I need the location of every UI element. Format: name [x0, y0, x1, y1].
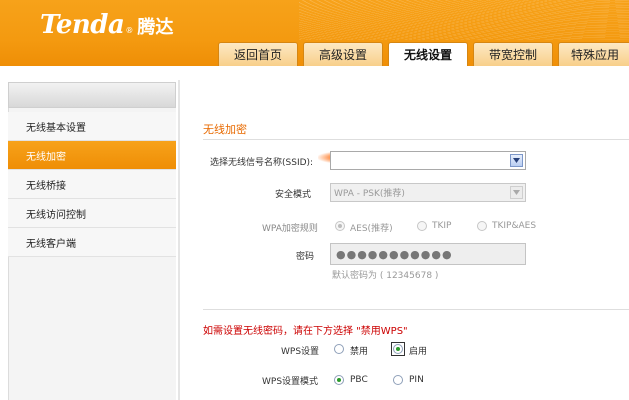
sidebar-header [8, 82, 176, 108]
sidebar-item-wireless-bridge[interactable]: 无线桥接 [8, 170, 176, 199]
wpa-aes-label: AES(推荐) [350, 224, 393, 234]
tab-wireless-settings[interactable]: 无线设置 [388, 42, 468, 66]
wps-notice: 如需设置无线密码，请在下方选择 "禁用WPS" [203, 326, 408, 337]
wps-pin-radio[interactable] [393, 375, 403, 385]
content-divider [178, 80, 180, 400]
password-hint: 默认密码为 ( 12345678 ) [332, 271, 439, 281]
sidebar-item-wireless-clients[interactable]: 无线客户端 [8, 228, 176, 257]
section-title: 无线加密 [203, 123, 247, 136]
sidebar-item-wireless-security[interactable]: 无线加密 [8, 141, 176, 170]
logo-chinese-name: 腾达 [137, 17, 174, 38]
ssid-label: 选择无线信号名称(SSID): [210, 158, 314, 168]
security-mode-label: 安全模式 [275, 190, 312, 200]
wps-pbc-radio[interactable] [334, 375, 344, 385]
logo-wordmark: Tenda [40, 10, 125, 40]
header-bar: Tenda ® 腾达 返回首页 高级设置 无线设置 带宽控制 特殊应用 [0, 0, 629, 66]
wps-enable-radio[interactable] [393, 344, 403, 354]
password-input[interactable]: ●●●●●●●●●●● [330, 243, 526, 265]
tab-home[interactable]: 返回首页 [218, 42, 298, 66]
wps-enable-label: 启用 [409, 347, 428, 357]
chevron-down-icon[interactable] [510, 186, 523, 199]
section-divider-top [203, 139, 629, 140]
section-divider-bottom [203, 309, 629, 310]
tab-bandwidth-control[interactable]: 带宽控制 [473, 42, 553, 66]
wps-disable-label: 禁用 [350, 347, 369, 357]
wpa-rule-label: WPA加密规则 [262, 224, 318, 234]
tab-special-applications[interactable]: 特殊应用 [558, 42, 629, 66]
sidebar-item-wireless-basic[interactable]: 无线基本设置 [8, 112, 176, 141]
wps-setting-label: WPS设置 [281, 347, 320, 357]
header-decoration [299, 0, 629, 40]
wps-pbc-label: PBC [350, 375, 368, 385]
logo-registered-mark: ® [125, 26, 134, 35]
wpa-tkip-label: TKIP [432, 221, 452, 231]
password-label: 密码 [296, 252, 315, 262]
wpa-tkip-radio[interactable] [417, 221, 427, 231]
tenda-logo: Tenda ® 腾达 [40, 10, 173, 42]
wpa-tkip-aes-radio[interactable] [477, 221, 487, 231]
wps-disable-radio[interactable] [334, 344, 344, 354]
ssid-select[interactable] [330, 151, 526, 170]
chevron-down-icon[interactable] [510, 154, 523, 167]
tab-advanced-settings[interactable]: 高级设置 [303, 42, 383, 66]
wps-pin-label: PIN [409, 375, 424, 385]
wpa-aes-radio[interactable] [335, 221, 345, 231]
sidebar-item-access-control[interactable]: 无线访问控制 [8, 199, 176, 228]
security-mode-value: WPA - PSK(推荐) [334, 189, 405, 199]
wps-mode-label: WPS设置模式 [262, 377, 319, 387]
main-nav-tabs: 返回首页 高级设置 无线设置 带宽控制 特殊应用 [218, 42, 629, 66]
wpa-tkip-aes-label: TKIP&AES [492, 221, 537, 231]
security-mode-select[interactable]: WPA - PSK(推荐) [330, 183, 526, 202]
